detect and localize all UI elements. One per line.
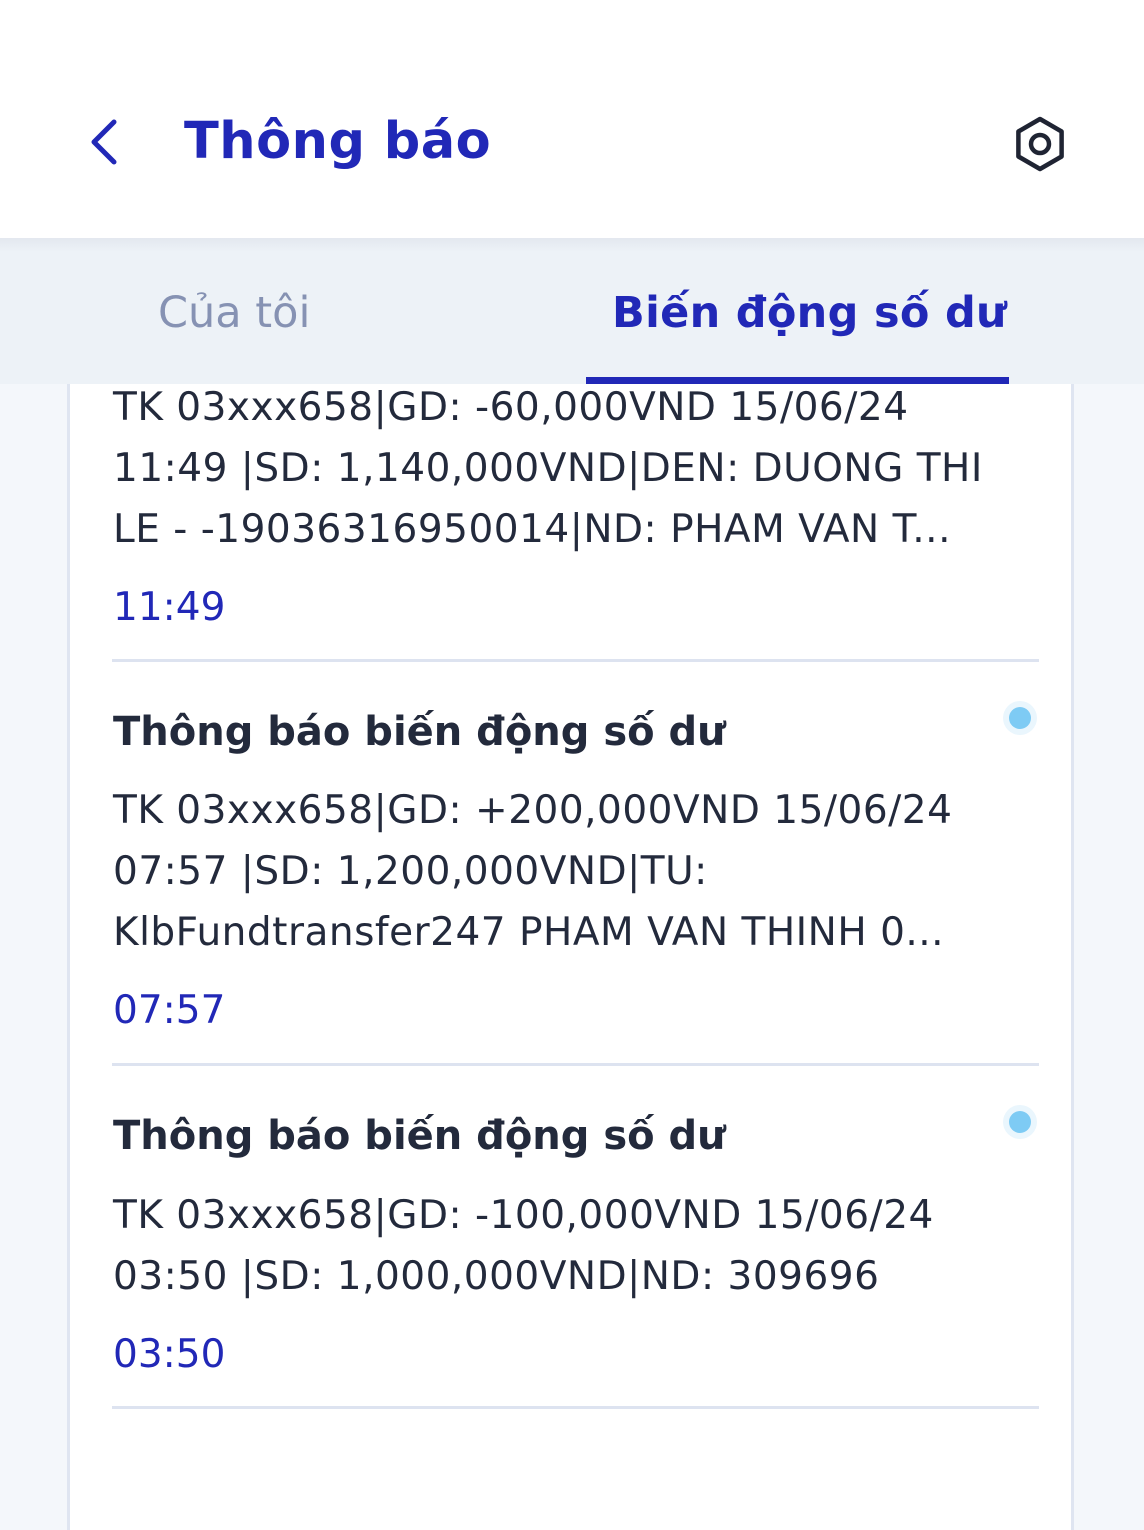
message-line: 11:49 |SD: 1,140,000VND|DEN: DUONG THI bbox=[113, 446, 983, 491]
notification-message[interactable]: TK 03xxx658|GD: -60,000VND 15/06/24 11:4… bbox=[113, 377, 1013, 560]
message-line: 03:50 |SD: 1,000,000VND|ND: 309696 bbox=[113, 1254, 880, 1299]
message-line: TK 03xxx658|GD: -60,000VND 15/06/24 bbox=[113, 385, 909, 430]
notification-message[interactable]: TK 03xxx658|GD: -100,000VND 15/06/24 03:… bbox=[113, 1185, 1013, 1307]
message-line: LE - -19036316950014|ND: PHAM VAN T... bbox=[113, 507, 951, 552]
notification-time: 11:49 bbox=[113, 585, 226, 630]
page-title: Thông báo bbox=[184, 112, 492, 171]
tab-balance-changes[interactable]: Biến động số dư bbox=[612, 278, 1007, 348]
active-tab-indicator bbox=[586, 377, 1009, 384]
divider bbox=[112, 1406, 1039, 1409]
chevron-left-icon bbox=[91, 119, 117, 165]
notification-title[interactable]: Thông báo biến động số dư bbox=[113, 704, 726, 760]
divider bbox=[112, 659, 1039, 662]
notification-time: 03:50 bbox=[113, 1332, 226, 1377]
unread-dot-icon bbox=[1003, 701, 1037, 735]
notification-title[interactable]: Thông báo biến động số dư bbox=[113, 1108, 726, 1164]
settings-button[interactable] bbox=[1008, 112, 1072, 176]
divider bbox=[112, 1063, 1039, 1066]
notification-time: 07:57 bbox=[113, 988, 226, 1033]
message-line: KlbFundtransfer247 PHAM VAN THINH 0... bbox=[113, 910, 945, 955]
message-line: TK 03xxx658|GD: -100,000VND 15/06/24 bbox=[113, 1193, 934, 1238]
unread-dot-icon bbox=[1003, 1105, 1037, 1139]
back-button[interactable] bbox=[78, 108, 142, 176]
message-line: TK 03xxx658|GD: +200,000VND 15/06/24 bbox=[113, 788, 953, 833]
notification-message[interactable]: TK 03xxx658|GD: +200,000VND 15/06/24 07:… bbox=[113, 780, 1013, 963]
gear-icon bbox=[1016, 116, 1064, 172]
message-line: 07:57 |SD: 1,200,000VND|TU: bbox=[113, 849, 708, 894]
tab-bar: Của tôi Biến động số dư bbox=[0, 238, 1144, 384]
app-header: Thông báo bbox=[0, 0, 1144, 238]
tab-mine[interactable]: Của tôi bbox=[158, 278, 310, 348]
